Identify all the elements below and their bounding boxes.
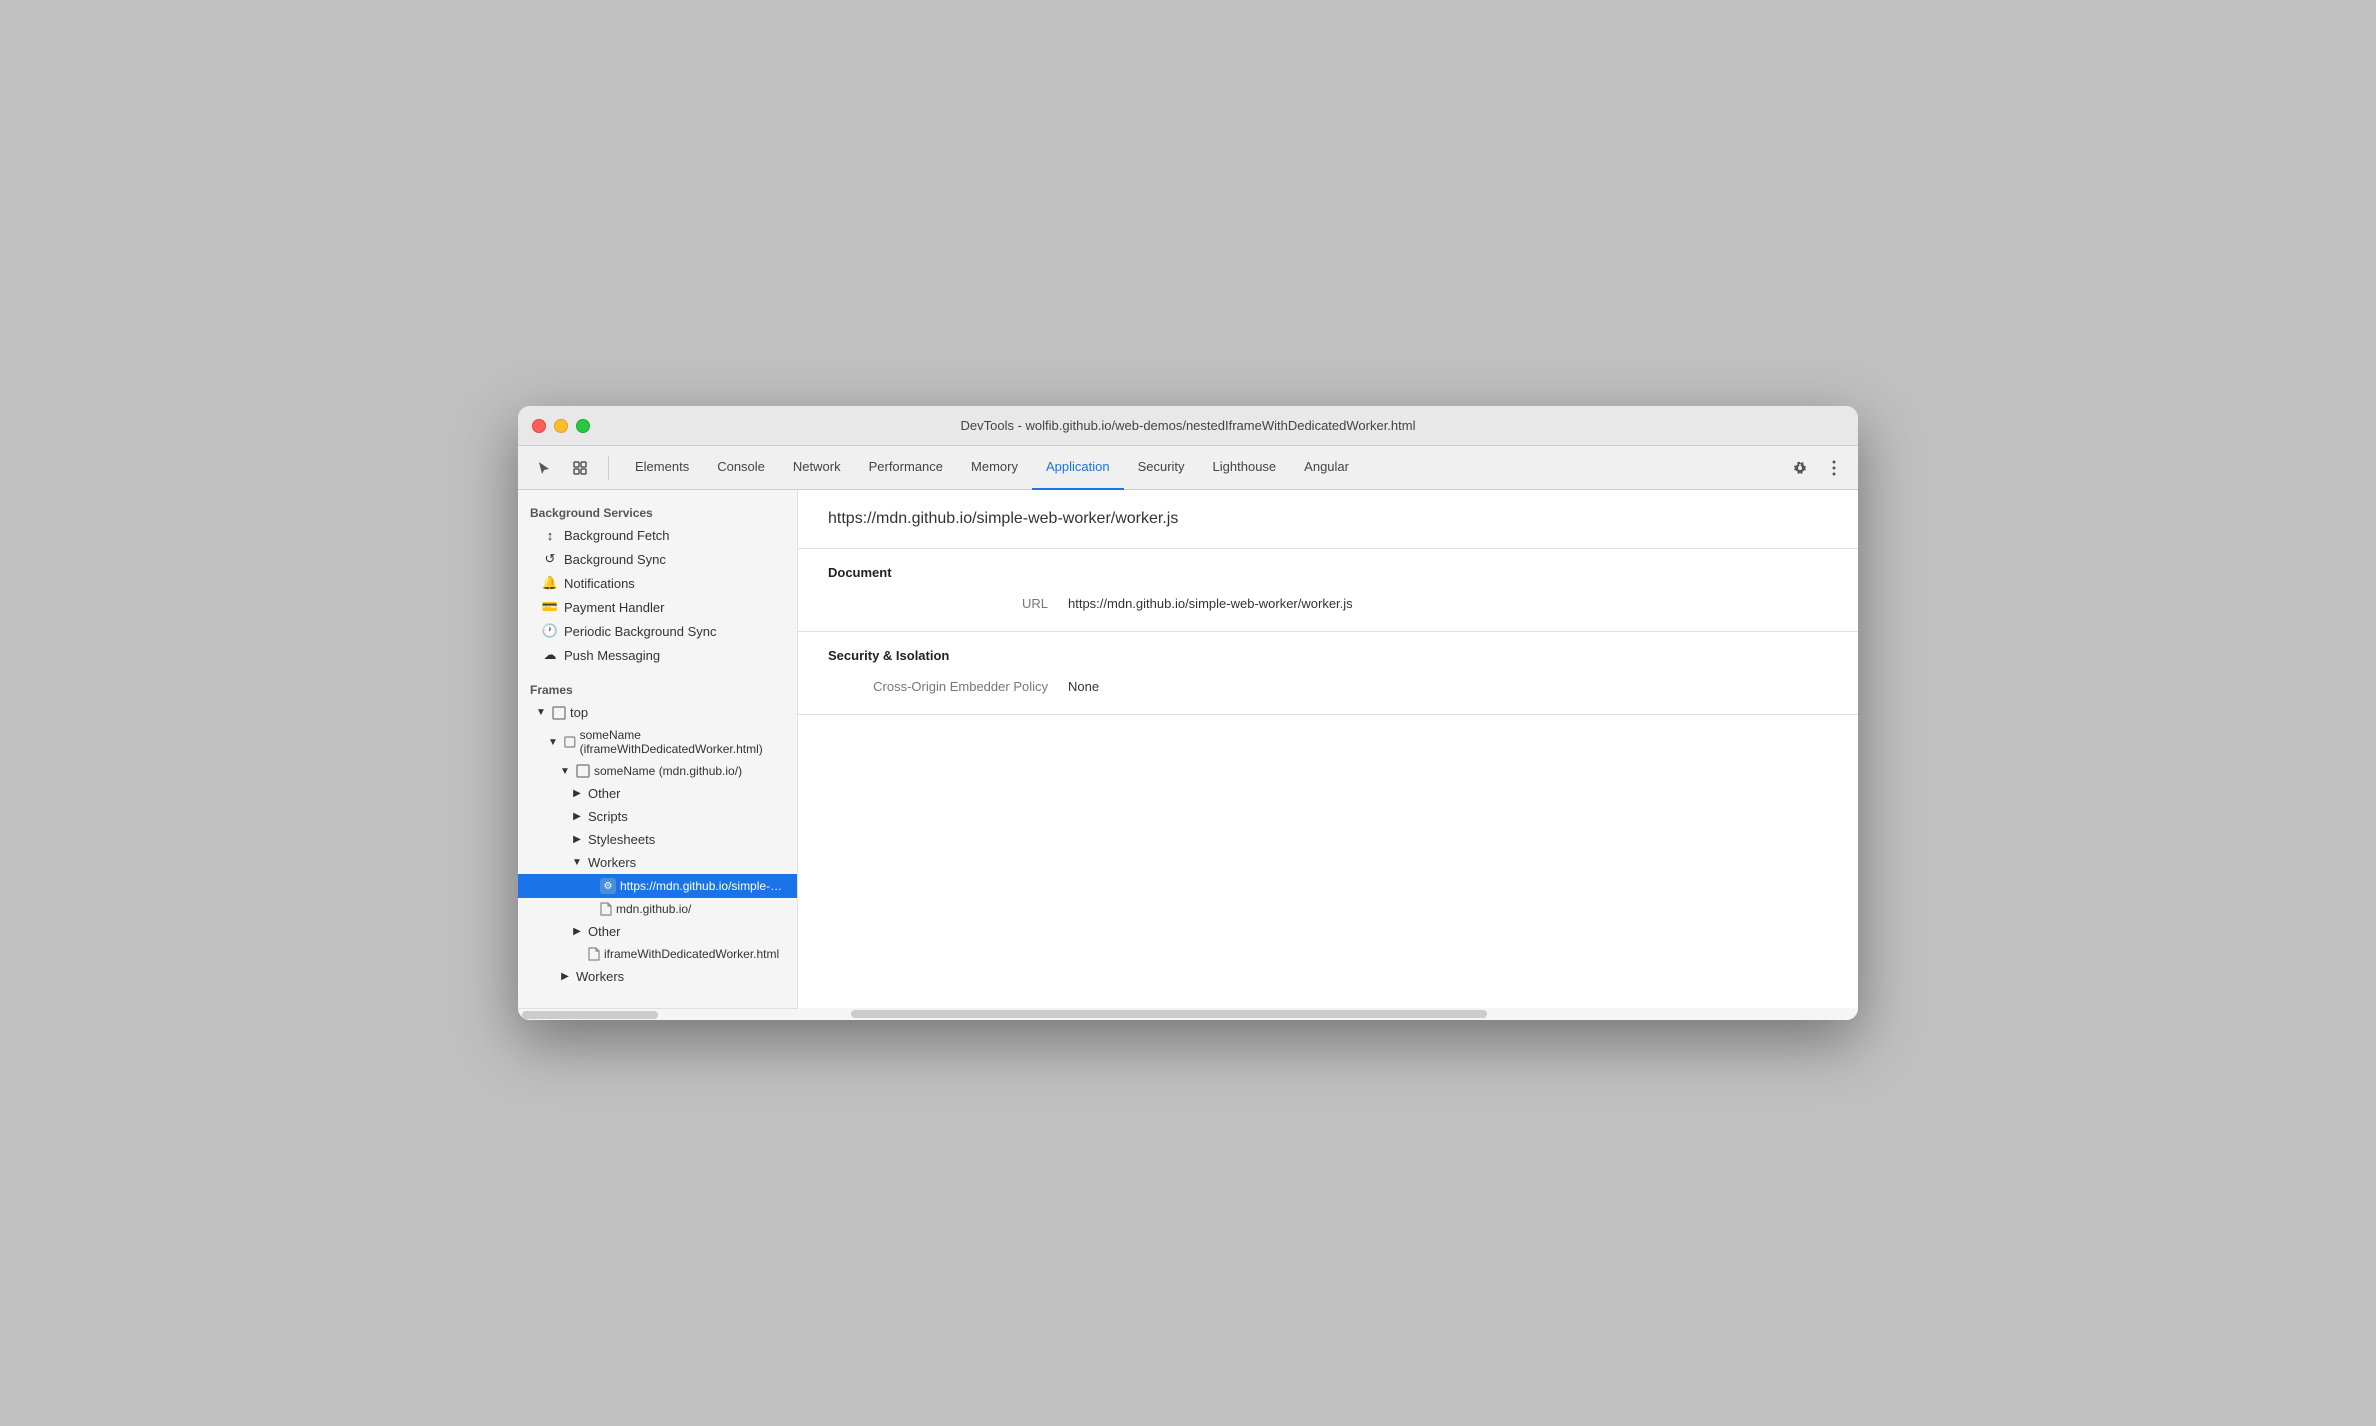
- arrow-workers-1: ▼: [570, 857, 584, 868]
- background-fetch-icon: ↕: [542, 528, 558, 543]
- settings-button[interactable]: [1786, 454, 1814, 482]
- minimize-button[interactable]: [554, 419, 568, 433]
- toolbar-right: [1786, 454, 1848, 482]
- tree-item-worker-url[interactable]: ⚙ https://mdn.github.io/simple-web-worke…: [518, 874, 797, 898]
- horizontal-scrollbar[interactable]: [798, 1008, 1858, 1020]
- sidebar-item-background-fetch[interactable]: ↕ Background Fetch: [518, 524, 797, 547]
- maximize-button[interactable]: [576, 419, 590, 433]
- sidebar-item-background-sync[interactable]: ↺ Background Sync: [518, 547, 797, 571]
- sidebar-item-notifications[interactable]: 🔔 Notifications: [518, 571, 797, 595]
- tab-lighthouse[interactable]: Lighthouse: [1199, 446, 1291, 490]
- close-button[interactable]: [532, 419, 546, 433]
- url-row: URL https://mdn.github.io/simple-web-wor…: [828, 592, 1828, 615]
- tree-item-iframe-file[interactable]: iframeWithDedicatedWorker.html: [518, 943, 797, 965]
- sidebar-scrollbar-thumb: [522, 1011, 658, 1019]
- document-section-title: Document: [828, 565, 1828, 580]
- main-content: Background Services ↕ Background Fetch ↺…: [518, 490, 1858, 1020]
- devtools-window: DevTools - wolfib.github.io/web-demos/ne…: [518, 406, 1858, 1020]
- coep-row: Cross-Origin Embedder Policy None: [828, 675, 1828, 698]
- tab-network[interactable]: Network: [779, 446, 855, 490]
- file-icon-iframe: [588, 947, 600, 961]
- detail-url-header: https://mdn.github.io/simple-web-worker/…: [798, 490, 1858, 549]
- arrow-stylesheets: ▶: [570, 834, 584, 845]
- notifications-icon: 🔔: [542, 575, 558, 591]
- tab-console[interactable]: Console: [703, 446, 779, 490]
- document-section: Document URL https://mdn.github.io/simpl…: [798, 549, 1858, 632]
- devtools-tabs: Elements Console Network Performance Mem…: [621, 446, 1782, 490]
- divider: [608, 456, 609, 480]
- arrow-top: ▼: [534, 707, 548, 718]
- tree-item-stylesheets[interactable]: ▶ Stylesheets: [518, 828, 797, 851]
- tab-memory[interactable]: Memory: [957, 446, 1032, 490]
- detail-panel: https://mdn.github.io/simple-web-worker/…: [798, 490, 1858, 1020]
- tree-item-other-2[interactable]: ▶ Other: [518, 920, 797, 943]
- sidebar-container: Background Services ↕ Background Fetch ↺…: [518, 490, 798, 1020]
- sidebar-item-periodic-background-sync[interactable]: 🕐 Periodic Background Sync: [518, 619, 797, 643]
- bottom-padding: [518, 988, 797, 1008]
- arrow-other-2: ▶: [570, 926, 584, 937]
- payment-handler-icon: 💳: [542, 599, 558, 615]
- coep-label: Cross-Origin Embedder Policy: [828, 679, 1048, 694]
- tab-security[interactable]: Security: [1124, 446, 1199, 490]
- coep-value: None: [1068, 679, 1099, 694]
- sidebar: Background Services ↕ Background Fetch ↺…: [518, 490, 798, 1008]
- sidebar-item-payment-handler[interactable]: 💳 Payment Handler: [518, 595, 797, 619]
- url-value: https://mdn.github.io/simple-web-worker/…: [1068, 596, 1353, 611]
- sidebar-item-push-messaging[interactable]: ☁ Push Messaging: [518, 643, 797, 667]
- tab-application[interactable]: Application: [1032, 446, 1124, 490]
- toolbar-icons: [528, 454, 596, 482]
- tree-item-scripts[interactable]: ▶ Scripts: [518, 805, 797, 828]
- window-title: DevTools - wolfib.github.io/web-demos/ne…: [961, 418, 1416, 433]
- tab-performance[interactable]: Performance: [855, 446, 957, 490]
- tree-item-workers-2[interactable]: ▶ Workers: [518, 965, 797, 988]
- spacer: [518, 667, 797, 675]
- tree-item-somename-iframe[interactable]: ▼ someName (iframeWithDedicatedWorker.ht…: [518, 724, 797, 760]
- traffic-lights: [532, 419, 590, 433]
- titlebar: DevTools - wolfib.github.io/web-demos/ne…: [518, 406, 1858, 446]
- scrollbar-thumb: [851, 1010, 1487, 1018]
- tree-item-mdn-file[interactable]: mdn.github.io/: [518, 898, 797, 920]
- background-services-title: Background Services: [518, 498, 797, 524]
- frames-title: Frames: [518, 675, 797, 701]
- arrow-somename-mdn: ▼: [558, 766, 572, 777]
- periodic-sync-icon: 🕐: [542, 623, 558, 639]
- tree-item-top[interactable]: ▼ top: [518, 701, 797, 724]
- frame-icon-somename: [564, 735, 576, 749]
- worker-icon: ⚙: [600, 878, 616, 894]
- cursor-icon[interactable]: [528, 454, 560, 482]
- arrow-somename-iframe: ▼: [546, 737, 560, 748]
- security-isolation-section: Security & Isolation Cross-Origin Embedd…: [798, 632, 1858, 715]
- inspect-icon[interactable]: [564, 454, 596, 482]
- more-button[interactable]: [1820, 454, 1848, 482]
- arrow-scripts: ▶: [570, 811, 584, 822]
- background-sync-icon: ↺: [542, 551, 558, 567]
- tree-item-other-1[interactable]: ▶ Other: [518, 782, 797, 805]
- tab-elements[interactable]: Elements: [621, 446, 703, 490]
- tree-item-somename-mdn[interactable]: ▼ someName (mdn.github.io/): [518, 760, 797, 782]
- toolbar: Elements Console Network Performance Mem…: [518, 446, 1858, 490]
- arrow-other-1: ▶: [570, 788, 584, 799]
- url-label: URL: [828, 596, 1048, 611]
- frame-icon-mdn: [576, 764, 590, 778]
- tree-item-workers-1[interactable]: ▼ Workers: [518, 851, 797, 874]
- security-isolation-title: Security & Isolation: [828, 648, 1828, 663]
- sidebar-horizontal-scrollbar[interactable]: [518, 1008, 798, 1020]
- push-messaging-icon: ☁: [542, 647, 558, 663]
- file-icon-mdn: [600, 902, 612, 916]
- detail-scroll-area: [798, 715, 1858, 1020]
- arrow-workers-2: ▶: [558, 971, 572, 982]
- tab-angular[interactable]: Angular: [1290, 446, 1363, 490]
- frame-icon-top: [552, 706, 566, 720]
